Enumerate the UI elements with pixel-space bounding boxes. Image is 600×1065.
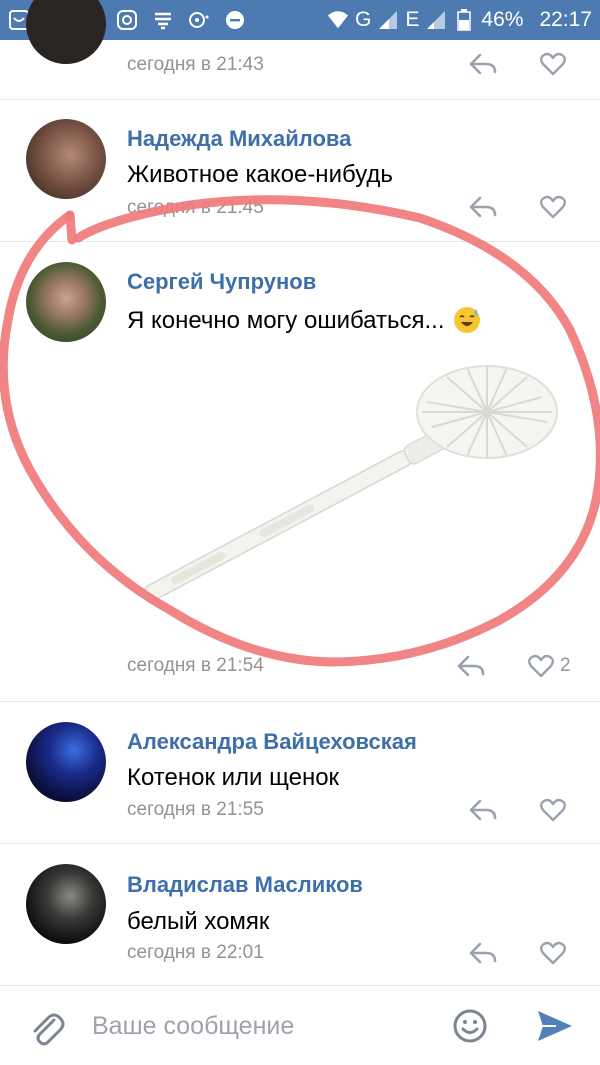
wifi-icon [327, 9, 349, 31]
list-icon [152, 9, 174, 31]
network-type-1: G [355, 8, 372, 31]
instagram-icon [116, 9, 138, 31]
attached-photo-toilet-brush[interactable] [127, 354, 577, 614]
sweat-smile-emoji-icon [454, 307, 481, 333]
emoji-icon[interactable] [452, 1008, 488, 1044]
reply-icon[interactable] [468, 941, 498, 965]
comment-item: Александра Вайцеховская Котенок или щено… [0, 702, 600, 844]
comment-text: белый хомяк [127, 908, 270, 935]
heart-icon[interactable] [540, 195, 566, 219]
attach-icon[interactable] [26, 1008, 66, 1048]
signal-icon-2 [425, 9, 447, 31]
comment-time: сегодня в 21:55 [127, 799, 264, 820]
like-count: 2 [560, 655, 571, 676]
avatar[interactable] [26, 722, 106, 802]
heart-icon[interactable] [540, 52, 566, 76]
comment-text: Я конечно могу ошибаться... [127, 306, 481, 335]
send-icon[interactable] [536, 1008, 574, 1044]
podcast-icon [188, 9, 210, 31]
comment-item: Сергей Чупрунов Я конечно могу ошибаться… [0, 242, 600, 702]
reply-icon[interactable] [456, 654, 486, 678]
comment-item: Надежда Михайлова Животное какое-нибудь … [0, 100, 600, 242]
heart-icon[interactable] [528, 654, 554, 678]
network-type-2: E [405, 8, 420, 31]
reply-icon[interactable] [468, 798, 498, 822]
comment-author[interactable]: Сергей Чупрунов [127, 269, 316, 295]
signal-icon [377, 9, 399, 31]
comment-time: сегодня в 21:45 [127, 197, 264, 218]
comment-time: сегодня в 21:54 [127, 655, 264, 676]
comment-item: сегодня в 21:43 [0, 0, 600, 100]
comment-text: Котенок или щенок [127, 764, 340, 791]
avatar[interactable] [26, 864, 106, 944]
comment-time: сегодня в 22:01 [127, 942, 264, 963]
reply-icon[interactable] [468, 195, 498, 219]
avatar[interactable] [26, 262, 106, 342]
avatar[interactable] [26, 119, 106, 199]
comment-text: Животное какое-нибудь [127, 161, 393, 188]
clock: 22:17 [539, 8, 592, 31]
comment-time: сегодня в 21:43 [127, 54, 264, 75]
dnd-icon [224, 9, 246, 31]
comment-item: Владислав Масликов белый хомяк сегодня в… [0, 844, 600, 985]
battery-icon [453, 9, 475, 31]
message-input[interactable]: Ваше сообщение [92, 1006, 432, 1046]
heart-icon[interactable] [540, 798, 566, 822]
comment-author[interactable]: Владислав Масликов [127, 872, 363, 898]
comment-composer: Ваше сообщение [0, 985, 600, 1065]
comment-author[interactable]: Надежда Михайлова [127, 126, 351, 152]
comment-author[interactable]: Александра Вайцеховская [127, 729, 417, 755]
heart-icon[interactable] [540, 941, 566, 965]
battery-level: 46% [481, 8, 524, 31]
reply-icon[interactable] [468, 52, 498, 76]
avatar[interactable] [26, 0, 106, 64]
